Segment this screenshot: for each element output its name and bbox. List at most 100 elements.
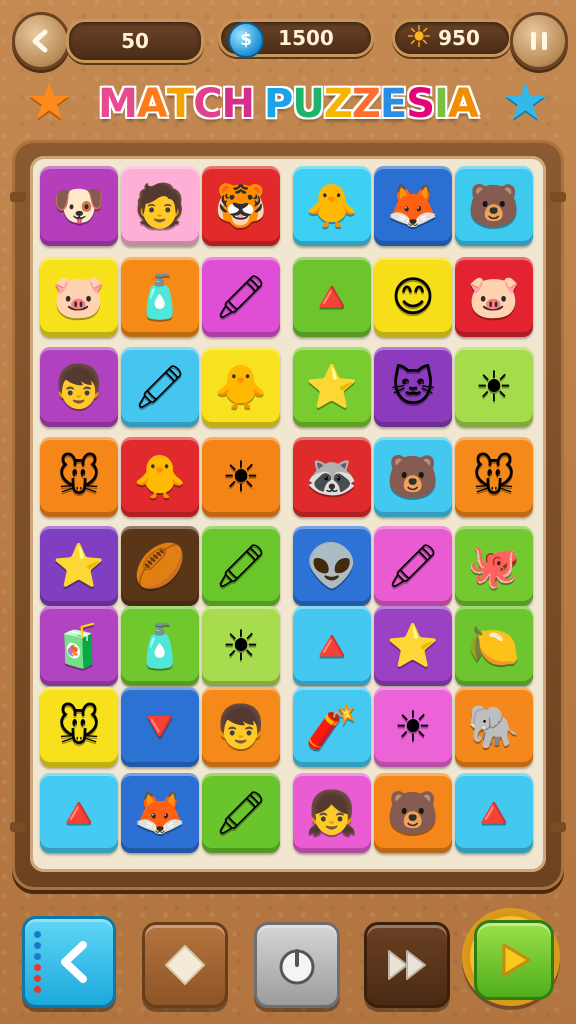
level-dot: [34, 975, 41, 982]
star-icon: ⭐: [52, 541, 106, 590]
board-tile[interactable]: ☀: [202, 437, 280, 517]
board-tile[interactable]: ⭐: [40, 526, 118, 606]
board-tile[interactable]: 🏉: [121, 526, 199, 606]
football-icon: 🏉: [133, 541, 187, 590]
tiger-icon: 🐯: [214, 181, 268, 230]
diamond-hint-icon: [164, 944, 206, 986]
level-dot: [34, 931, 41, 938]
blue-cat-icon: 🐱: [391, 362, 435, 411]
green-alien-icon: 👽: [305, 541, 359, 590]
hint-button[interactable]: [142, 922, 228, 1008]
board-tile[interactable]: 👦: [202, 687, 280, 767]
board-tile[interactable]: ☀: [455, 347, 533, 427]
raccoon-icon: 🦝: [305, 452, 359, 501]
board-tile[interactable]: 😊: [374, 257, 452, 337]
board-tile[interactable]: 🦊: [374, 166, 452, 246]
board-tile[interactable]: 🐙: [455, 526, 533, 606]
board-tile[interactable]: 🐭: [40, 687, 118, 767]
board-tile[interactable]: 🧴: [121, 257, 199, 337]
board-tile[interactable]: 🔺: [293, 257, 371, 337]
board-tile[interactable]: 🖍: [202, 526, 280, 606]
crayon-icon: 🖍: [214, 272, 268, 321]
back-button[interactable]: [12, 12, 70, 70]
crayon-icon: 🖍: [386, 541, 440, 590]
board-tile[interactable]: 🖍: [202, 257, 280, 337]
sun-icon: ☀: [405, 20, 433, 55]
board-tile[interactable]: 🔺: [40, 773, 118, 853]
paper-plane-icon: 🔺: [305, 272, 359, 321]
board-tile[interactable]: ☀: [202, 606, 280, 686]
board-tile[interactable]: 🔻: [121, 687, 199, 767]
board-tile[interactable]: 🧴: [121, 606, 199, 686]
moves-counter: 50: [66, 19, 204, 63]
board-tile[interactable]: ☀: [374, 687, 452, 767]
board-tile[interactable]: 🖍: [374, 526, 452, 606]
title-letter: Z: [351, 81, 381, 127]
rocket-icon: 🧨: [305, 702, 359, 751]
mouse-icon: 🐭: [57, 702, 101, 751]
sun-icon: ☀: [475, 362, 513, 411]
board-tile[interactable]: 🧑: [121, 166, 199, 246]
undo-arrow-icon: [61, 941, 87, 983]
crayon-icon: 🖍: [214, 541, 268, 590]
board-tile[interactable]: 🐥: [293, 166, 371, 246]
board-tile[interactable]: 🐻: [374, 437, 452, 517]
paper-plane-icon: 🔺: [305, 621, 359, 670]
bottle-icon: 🧴: [133, 621, 187, 670]
pig-icon: 🐷: [52, 272, 106, 321]
board-tile[interactable]: 🖍: [202, 773, 280, 853]
board-tile[interactable]: 🐱: [374, 347, 452, 427]
chick-icon: 🐥: [133, 452, 187, 501]
level-dot: [34, 986, 41, 993]
polar-bear-icon: 🐻: [386, 452, 440, 501]
board-tile[interactable]: 🍋: [455, 606, 533, 686]
title-letter: H: [221, 81, 255, 127]
pig-icon: 🐷: [467, 272, 521, 321]
board-tile[interactable]: 🐶: [40, 166, 118, 246]
level-dot: [34, 953, 41, 960]
elephant-icon: 🐘: [467, 702, 521, 751]
board-tile[interactable]: 🦝: [293, 437, 371, 517]
board-tile[interactable]: 🧨: [293, 687, 371, 767]
board-tile[interactable]: ⭐: [293, 347, 371, 427]
play-button[interactable]: [462, 908, 560, 1006]
title-letter: T: [166, 81, 194, 127]
blue-face-icon: 😊: [391, 272, 435, 321]
right-star-icon: ★: [502, 72, 549, 132]
board-tile[interactable]: 👽: [293, 526, 371, 606]
fast-forward-button[interactable]: [364, 922, 450, 1008]
board-tile[interactable]: 🐯: [202, 166, 280, 246]
board-tile[interactable]: 🐥: [202, 347, 280, 427]
frame-bracket: [550, 822, 566, 832]
board-tile[interactable]: 🔺: [455, 773, 533, 853]
board-tile[interactable]: 🦊: [121, 773, 199, 853]
level-dot: [34, 942, 41, 949]
star-icon: ⭐: [386, 621, 440, 670]
board-tile[interactable]: 🧃: [40, 606, 118, 686]
board-tile[interactable]: 👧: [293, 773, 371, 853]
board-tile[interactable]: 🐷: [40, 257, 118, 337]
board-tile[interactable]: 🐭: [40, 437, 118, 517]
power-button[interactable]: [254, 922, 340, 1008]
play-icon: [502, 943, 531, 977]
board-tile[interactable]: 🐥: [121, 437, 199, 517]
board-tile[interactable]: 🐻: [374, 773, 452, 853]
sun-icon: ☀: [222, 621, 260, 670]
board-tile[interactable]: 🐻: [455, 166, 533, 246]
board-tile[interactable]: 🐘: [455, 687, 533, 767]
undo-button[interactable]: [22, 916, 116, 1008]
board-tile[interactable]: 👦: [40, 347, 118, 427]
boy-cap-icon: 🧑: [133, 181, 187, 230]
orange-star-icon: ⭐: [305, 362, 359, 411]
dollar-coin-icon: $: [228, 22, 264, 58]
title-letter: A: [136, 81, 168, 127]
level-dot: [34, 964, 41, 971]
board-tile[interactable]: 🐭: [455, 437, 533, 517]
coins-value: 1500: [278, 26, 334, 50]
board-tile[interactable]: 🐷: [455, 257, 533, 337]
pause-button[interactable]: [510, 12, 568, 70]
board-tile[interactable]: 🔺: [293, 606, 371, 686]
mouse-icon: 🐭: [472, 452, 516, 501]
board-tile[interactable]: ⭐: [374, 606, 452, 686]
board-tile[interactable]: 🖍: [121, 347, 199, 427]
